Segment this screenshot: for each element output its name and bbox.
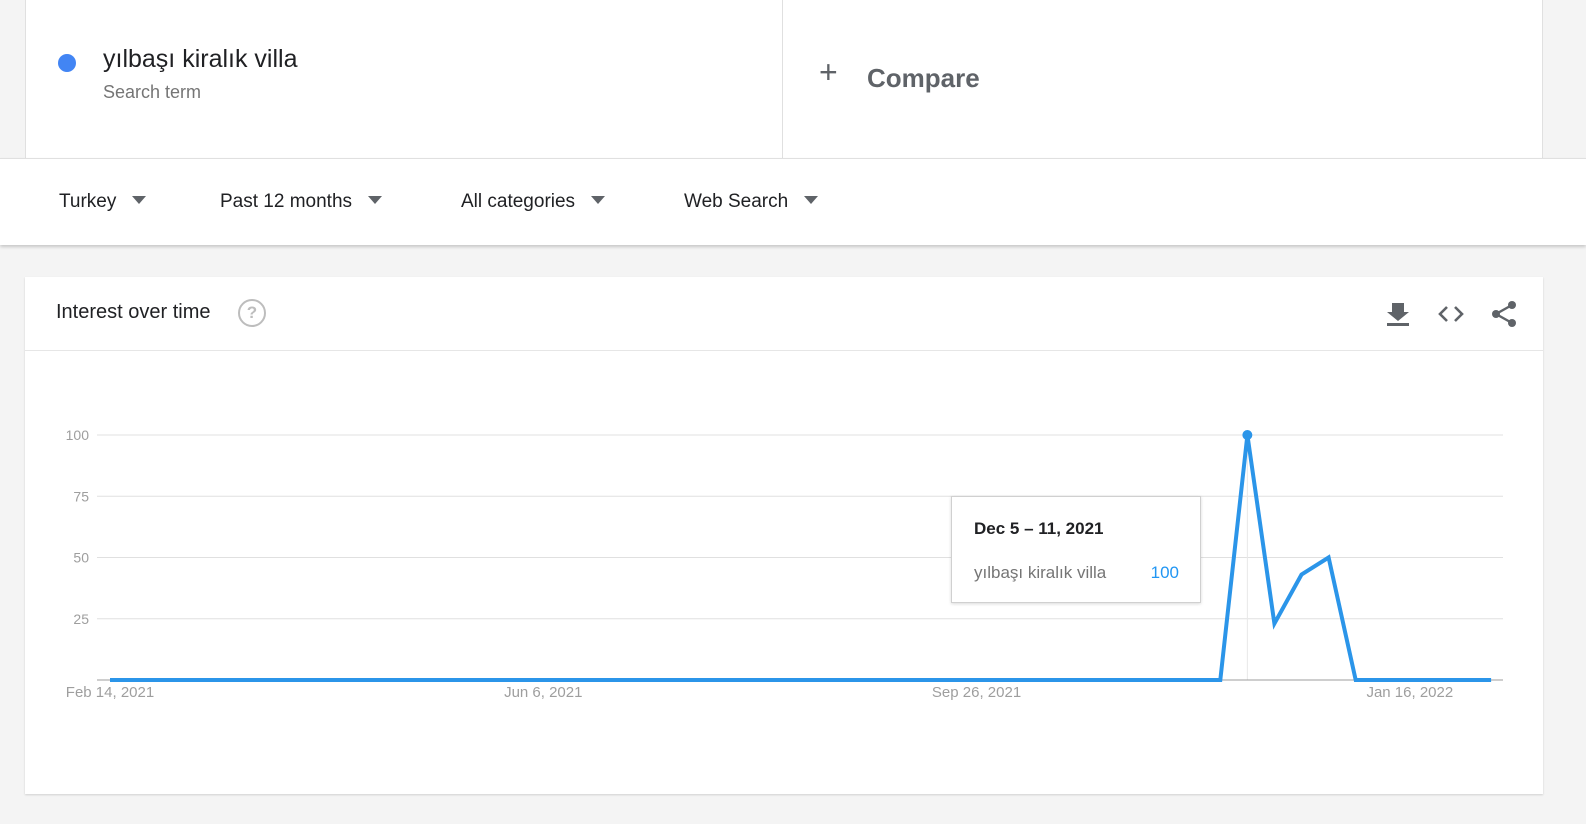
filter-bar: Turkey Past 12 months All categories Web…: [0, 158, 1586, 245]
search-type-dropdown-label: Web Search: [684, 191, 789, 212]
search-term-name[interactable]: yılbaşı kiralık villa: [103, 45, 298, 74]
region-dropdown-label: Turkey: [59, 191, 117, 212]
caret-down-icon: [368, 195, 383, 204]
search-term-subtitle: Search term: [103, 82, 202, 102]
plus-icon: +: [819, 54, 838, 90]
tooltip-date: Dec 5 – 11, 2021: [974, 519, 1104, 538]
time-range-dropdown[interactable]: Past 12 months: [220, 191, 383, 213]
series-color-dot: [58, 54, 76, 72]
tooltip-value: 100: [1150, 563, 1179, 582]
category-dropdown[interactable]: All categories: [461, 191, 606, 213]
panel-title: Interest over time: [56, 301, 211, 323]
time-range-dropdown-label: Past 12 months: [220, 191, 353, 212]
caret-down-icon: [132, 195, 147, 204]
share-icon[interactable]: [1489, 299, 1519, 329]
search-term-card[interactable]: yılbaşı kiralık villa Search term: [25, 0, 783, 158]
chart-tooltip: Dec 5 – 11, 2021 yılbaşı kiralık villa 1…: [951, 496, 1201, 603]
search-terms-bar: yılbaşı kiralık villa Search term + Comp…: [0, 0, 1586, 158]
tooltip-term: yılbaşı kiralık villa: [974, 563, 1107, 582]
embed-code-icon[interactable]: [1436, 299, 1466, 329]
compare-label: Compare: [867, 63, 980, 93]
region-dropdown[interactable]: Turkey: [59, 191, 147, 213]
interest-over-time-panel: Interest over time ?: [25, 277, 1543, 794]
search-type-dropdown[interactable]: Web Search: [684, 191, 819, 213]
compare-button[interactable]: + Compare: [783, 0, 1543, 158]
category-dropdown-label: All categories: [461, 191, 576, 212]
panel-header: Interest over time ?: [25, 277, 1543, 351]
download-icon[interactable]: [1383, 299, 1413, 329]
caret-down-icon: [591, 195, 606, 204]
help-icon[interactable]: ?: [238, 299, 266, 327]
caret-down-icon: [804, 195, 819, 204]
